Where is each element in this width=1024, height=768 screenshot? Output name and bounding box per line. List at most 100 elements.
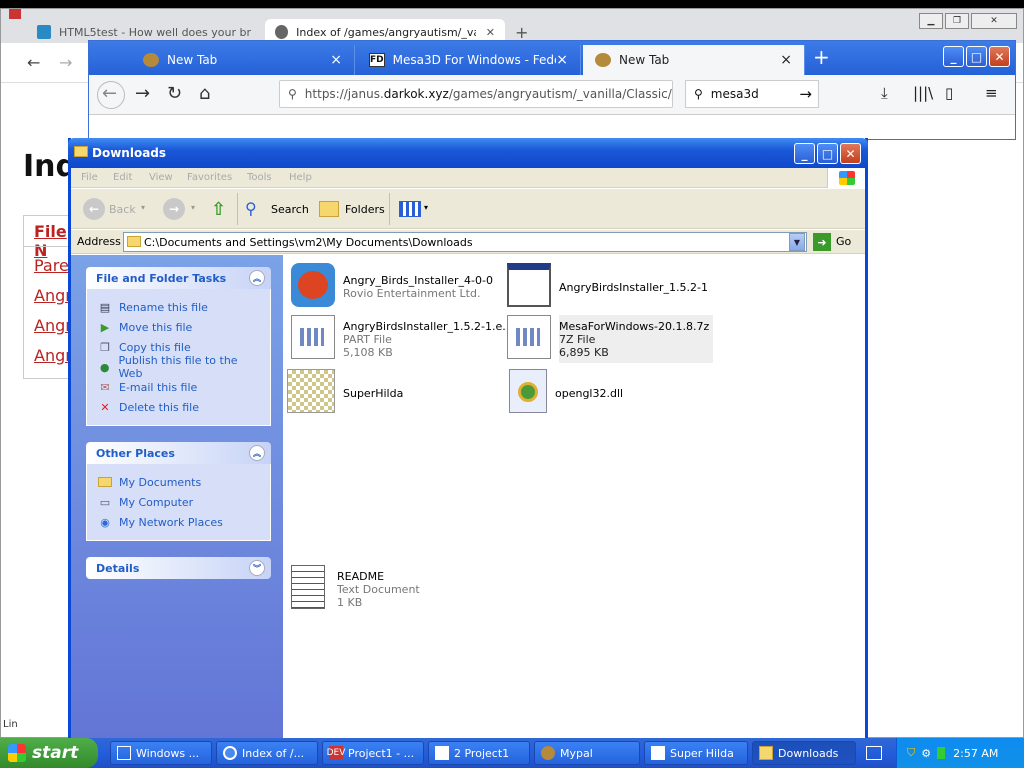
close-button[interactable]: ✕ (971, 13, 1017, 29)
go-button[interactable]: Go (836, 235, 851, 248)
go-arrow-icon[interactable]: ➜ (813, 233, 831, 251)
library-icon[interactable]: |||\ (913, 84, 933, 102)
file-item[interactable]: MesaForWindows-20.1.8.7z 7Z File 6,895 K… (507, 315, 714, 363)
place-my-documents[interactable]: My Documents (97, 472, 260, 492)
go-arrow-icon[interactable]: → (799, 85, 812, 103)
taskbar-button-windows[interactable]: Windows ... (110, 741, 212, 765)
expand-icon[interactable]: ︾ (249, 560, 265, 576)
file-item[interactable]: opengl32.dll (509, 369, 623, 417)
window-title: Downloads (92, 146, 167, 160)
security-shield-icon[interactable]: ⛉ (907, 746, 915, 760)
collapse-icon[interactable]: ︽ (249, 445, 265, 461)
task-email[interactable]: ✉ E-mail this file (97, 377, 260, 397)
battery-icon[interactable] (937, 747, 946, 759)
tab-mesa3d[interactable]: FD Mesa3D For Windows - Federico D × (357, 45, 581, 75)
search-box[interactable]: ⚲ mesa3d → (685, 80, 819, 108)
file-link[interactable]: Angr (34, 316, 72, 335)
file-item[interactable]: Angry_Birds_Installer_4-0-0 Rovio Entert… (291, 263, 493, 311)
address-label: Address (77, 235, 121, 248)
close-button[interactable]: ✕ (989, 46, 1010, 67)
close-tab-icon[interactable]: × (780, 52, 792, 68)
close-icon[interactable]: ✕ (486, 26, 495, 39)
file-item[interactable]: AngryBirdsInstaller_1.5.2-1 (507, 263, 708, 311)
computer-icon: ▭ (99, 495, 111, 509)
collapse-icon[interactable]: ︽ (249, 270, 265, 286)
address-dropdown-icon[interactable]: ▼ (789, 233, 805, 251)
keyboard-icon[interactable] (866, 746, 882, 760)
forward-arrow-icon[interactable]: → (163, 198, 185, 220)
file-type: Text Document (337, 582, 420, 596)
minimize-button[interactable]: _ (794, 143, 815, 164)
maximize-button[interactable]: □ (817, 143, 838, 164)
task-rename[interactable]: ▤ Rename this file (97, 297, 260, 317)
generic-file-icon (291, 315, 335, 359)
menu-favorites[interactable]: Favorites (187, 172, 232, 183)
task-move[interactable]: ▶ Move this file (97, 317, 260, 337)
back-arrow-icon[interactable]: ← (83, 198, 105, 220)
explorer-titlebar[interactable]: Downloads _ □ ✕ (68, 138, 868, 168)
browser-icon (223, 746, 237, 760)
menu-help[interactable]: Help (289, 172, 312, 183)
address-input[interactable]: C:\Documents and Settings\vm2\My Documen… (123, 232, 807, 252)
angry-bird-icon (291, 263, 335, 307)
minimize-button[interactable]: _ (943, 46, 964, 67)
views-icon[interactable] (399, 201, 421, 217)
back-arrow-icon[interactable]: ← (27, 53, 40, 72)
forward-arrow-icon[interactable]: → (59, 53, 72, 72)
up-folder-icon[interactable]: ⇧ (211, 199, 226, 220)
search-button[interactable]: Search (271, 203, 309, 216)
file-link[interactable]: Angr (34, 346, 72, 365)
taskbar-button-2-project1[interactable]: 2 Project1 (428, 741, 530, 765)
folders-button[interactable]: Folders (345, 203, 385, 216)
taskbar-button-super-hilda[interactable]: Super Hilda (644, 741, 748, 765)
clock[interactable]: 2:57 AM (953, 747, 998, 760)
menu-edit[interactable]: Edit (113, 172, 132, 183)
start-button[interactable]: start (0, 738, 98, 768)
file-item[interactable]: README Text Document 1 KB (291, 565, 420, 613)
menu-view[interactable]: View (149, 172, 173, 183)
search-icon[interactable]: ⚲ (245, 199, 257, 218)
file-item[interactable]: SuperHilda (287, 369, 403, 417)
home-icon[interactable]: ⌂ (199, 83, 210, 104)
delete-icon: ✕ (100, 400, 110, 414)
new-tab-button[interactable]: + (813, 45, 830, 69)
place-my-network[interactable]: ◉ My Network Places (97, 512, 260, 532)
place-my-computer[interactable]: ▭ My Computer (97, 492, 260, 512)
sidebar-icon[interactable]: ▯ (945, 84, 953, 102)
tab-new-tab-1[interactable]: New Tab × (131, 45, 355, 75)
menu-file[interactable]: File (81, 172, 98, 183)
close-tab-icon[interactable]: × (330, 52, 342, 68)
forward-dropdown-icon[interactable]: ▾ (191, 203, 195, 212)
panel-header[interactable]: Details ︾ (86, 557, 271, 579)
minimize-button[interactable]: ▁ (919, 13, 943, 29)
url-bar[interactable]: ⚲ https://janus. darkok.xyz/games/angryau… (279, 80, 673, 108)
move-icon: ▶ (100, 320, 110, 334)
file-name: README (337, 569, 385, 583)
folders-icon[interactable] (319, 201, 339, 217)
taskbar-button-mypal[interactable]: Mypal (534, 741, 640, 765)
back-dropdown-icon[interactable]: ▾ (141, 203, 145, 212)
parent-link[interactable]: Pare (34, 256, 69, 275)
taskbar-button-index[interactable]: Index of /... (216, 741, 318, 765)
views-dropdown-icon[interactable]: ▾ (424, 203, 428, 212)
file-link[interactable]: Angr (34, 286, 72, 305)
menu-icon[interactable]: ≡ (985, 84, 998, 102)
back-button-label[interactable]: Back (109, 203, 136, 216)
reload-icon[interactable]: ↻ (167, 83, 182, 104)
tab-new-tab-active[interactable]: New Tab × (583, 45, 805, 75)
task-publish[interactable]: ● Publish this file to the Web (97, 354, 260, 380)
task-delete[interactable]: ✕ Delete this file (97, 397, 260, 417)
download-icon[interactable]: ⤓ (881, 84, 888, 102)
close-button[interactable]: ✕ (840, 143, 861, 164)
menu-tools[interactable]: Tools (247, 172, 272, 183)
forward-arrow-icon[interactable]: → (135, 83, 150, 104)
panel-header[interactable]: File and Folder Tasks ︽ (86, 267, 271, 289)
file-item[interactable]: AngryBirdsInstaller_1.5.2-1.e... PART Fi… (291, 315, 513, 363)
network-icon[interactable]: ⚙ (921, 747, 931, 760)
maximize-button[interactable]: □ (966, 46, 987, 67)
panel-header[interactable]: Other Places ︽ (86, 442, 271, 464)
taskbar-button-project1[interactable]: DEV Project1 - ... (322, 741, 424, 765)
maximize-button[interactable]: ❐ (945, 13, 969, 29)
taskbar-button-downloads[interactable]: Downloads (752, 741, 856, 765)
close-tab-icon[interactable]: × (556, 52, 568, 68)
